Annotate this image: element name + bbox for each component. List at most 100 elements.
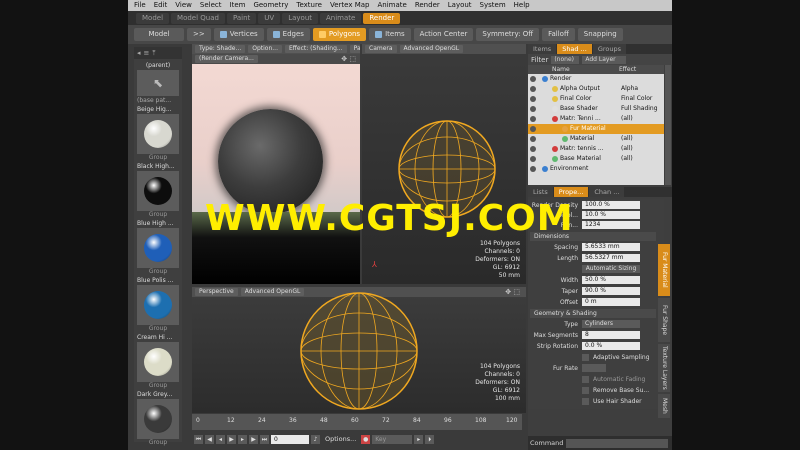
shader-row[interactable]: Matr: tennis ... (all) bbox=[528, 144, 664, 154]
menu-item-file[interactable]: File bbox=[130, 0, 150, 11]
add-layer-dropdown[interactable]: Add Layer bbox=[582, 55, 627, 64]
render-density-field[interactable]: 100.0 % bbox=[582, 201, 640, 209]
visibility-eye-icon[interactable] bbox=[530, 96, 536, 102]
tab-items[interactable]: Items bbox=[528, 44, 557, 54]
geometry-shading-section[interactable]: Geometry & Shading bbox=[530, 309, 656, 318]
current-frame-field[interactable]: 0 bbox=[271, 434, 309, 444]
width-field[interactable]: 50.0 % bbox=[582, 276, 640, 284]
visibility-eye-icon[interactable] bbox=[530, 126, 536, 132]
spacing-field[interactable]: 5.6533 mm bbox=[582, 243, 640, 251]
pause-button[interactable]: Pause bbox=[349, 45, 360, 53]
shading-mode-dropdown[interactable]: Advanced OpenGL bbox=[399, 45, 464, 53]
preset-tile[interactable]: Blue Polis ... Group bbox=[137, 276, 179, 333]
key-button[interactable]: Key bbox=[372, 434, 413, 444]
menu-item-system[interactable]: System bbox=[476, 0, 510, 11]
remove-base-checkbox[interactable] bbox=[582, 387, 589, 394]
menu-item-item[interactable]: Item bbox=[226, 0, 250, 11]
menu-item-vertex-map[interactable]: Vertex Map bbox=[326, 0, 374, 11]
perspective-viewport[interactable]: Perspective Advanced OpenGL ✥ ⬚ 104 Poly… bbox=[192, 287, 526, 413]
visibility-eye-icon[interactable] bbox=[530, 166, 536, 172]
max-segments-field[interactable]: 8 bbox=[582, 331, 640, 339]
display-density-field[interactable]: 10.0 % bbox=[582, 211, 640, 219]
length-field[interactable]: 56.5327 mm bbox=[582, 254, 640, 262]
visibility-eye-icon[interactable] bbox=[530, 116, 536, 122]
vertical-tab-texture-layers[interactable]: Texture Layers bbox=[658, 344, 670, 392]
menu-item-select[interactable]: Select bbox=[196, 0, 226, 11]
preset-tile[interactable]: Cream Hi ... Group bbox=[137, 333, 179, 390]
layout-tab-uv[interactable]: UV bbox=[258, 12, 281, 24]
layout-tab-layout[interactable]: Layout bbox=[282, 12, 318, 24]
visibility-eye-icon[interactable] bbox=[530, 156, 536, 162]
layout-tab-model[interactable]: Model bbox=[136, 12, 170, 24]
taper-field[interactable]: 90.0 % bbox=[582, 287, 640, 295]
visibility-eye-icon[interactable] bbox=[530, 86, 536, 92]
shader-row[interactable]: Final Color Final Color bbox=[528, 94, 664, 104]
navigate-icon[interactable]: ✥ ⬚ bbox=[505, 288, 520, 296]
adaptive-sampling-checkbox[interactable] bbox=[582, 354, 589, 361]
menu-item-render[interactable]: Render bbox=[411, 0, 444, 11]
prev-key-icon[interactable]: ◀ bbox=[205, 434, 214, 444]
visibility-eye-icon[interactable] bbox=[530, 76, 536, 82]
persp-shading-dropdown[interactable]: Advanced OpenGL bbox=[240, 288, 305, 296]
camera-viewport[interactable]: Camera Advanced OpenGL 104 Polygons Chann… bbox=[362, 44, 526, 284]
symmetry-dropdown[interactable]: Symmetry: Off bbox=[476, 28, 540, 41]
preset-tile[interactable]: Dark Grey... Group bbox=[137, 390, 179, 447]
shader-row[interactable]: Alpha Output Alpha bbox=[528, 84, 664, 94]
layout-tab-paint[interactable]: Paint bbox=[226, 12, 257, 24]
fur-rate-field[interactable] bbox=[582, 364, 606, 372]
filter-dropdown[interactable]: (none) bbox=[551, 55, 580, 64]
preset-tile[interactable]: Beige Hig... Group bbox=[137, 105, 179, 162]
items-button[interactable]: Items bbox=[369, 28, 411, 41]
preset-parent[interactable]: (parent) ⬉ (base pat... bbox=[137, 61, 179, 105]
random-seed-field[interactable]: 1234 bbox=[582, 221, 640, 229]
visibility-eye-icon[interactable] bbox=[530, 146, 536, 152]
visibility-eye-icon[interactable] bbox=[530, 106, 536, 112]
expand-button[interactable]: >> bbox=[187, 28, 211, 41]
fur-type-dropdown[interactable]: Cylinders bbox=[582, 320, 640, 328]
menu-item-view[interactable]: View bbox=[171, 0, 196, 11]
preset-tile[interactable]: Black High... Group bbox=[137, 162, 179, 219]
offset-field[interactable]: 0 m bbox=[582, 298, 640, 306]
shader-row[interactable]: Matr: Tenni ... (all) bbox=[528, 114, 664, 124]
shader-row[interactable]: Environment bbox=[528, 164, 664, 174]
menu-item-texture[interactable]: Texture bbox=[292, 0, 326, 11]
options-button[interactable]: Options... bbox=[322, 435, 359, 443]
menu-item-help[interactable]: Help bbox=[510, 0, 534, 11]
key-record-icon[interactable]: ● bbox=[361, 434, 371, 444]
layout-tab-render[interactable]: Render bbox=[363, 12, 401, 24]
tab-chan[interactable]: Chan ... bbox=[589, 187, 625, 197]
prev-frame-icon[interactable]: ◂ bbox=[216, 434, 225, 444]
tab-groups[interactable]: Groups bbox=[592, 44, 626, 54]
next-key-icon[interactable]: ▶ bbox=[249, 434, 258, 444]
use-hair-shader-checkbox[interactable] bbox=[582, 398, 589, 405]
strip-rotation-field[interactable]: 0.0 % bbox=[582, 342, 640, 350]
play-icon[interactable]: ▶ bbox=[227, 434, 236, 444]
render-camera-dropdown[interactable]: (Render Camera... bbox=[195, 55, 258, 63]
tab-shad[interactable]: Shad ... bbox=[557, 44, 592, 54]
automatic-fading-checkbox[interactable] bbox=[582, 376, 589, 383]
vertical-tab-fur-shape[interactable]: Fur Shape bbox=[658, 298, 670, 342]
vertical-tab-mesh[interactable]: Mesh bbox=[658, 394, 670, 418]
layout-tab-model-quad[interactable]: Model Quad bbox=[171, 12, 225, 24]
timeline-ruler[interactable]: 0 12 24 36 48 60 72 84 96 108 120 bbox=[192, 414, 522, 430]
shader-row[interactable]: Base Material (all) bbox=[528, 154, 664, 164]
shader-scrollbar[interactable] bbox=[665, 65, 671, 185]
type-dropdown[interactable]: Type: Shade... bbox=[195, 45, 246, 53]
edges-button[interactable]: Edges bbox=[266, 28, 310, 41]
go-start-icon[interactable]: ⏮ bbox=[194, 434, 203, 444]
command-input[interactable] bbox=[566, 438, 668, 448]
list-icon[interactable]: ≡ bbox=[144, 49, 150, 57]
perspective-dropdown[interactable]: Perspective bbox=[195, 288, 238, 296]
menu-item-geometry[interactable]: Geometry bbox=[249, 0, 292, 11]
camera-dropdown[interactable]: Camera bbox=[365, 45, 397, 53]
preset-tile[interactable]: Blue High ... Group bbox=[137, 219, 179, 276]
shader-row[interactable]: Render bbox=[528, 74, 664, 84]
audio-icon[interactable]: ♪ bbox=[311, 434, 320, 444]
effect-dropdown[interactable]: Effect: (Shading... bbox=[284, 45, 347, 53]
shader-row[interactable]: Material (all) bbox=[528, 134, 664, 144]
falloff-dropdown[interactable]: Falloff bbox=[542, 28, 575, 41]
action-center-dropdown[interactable]: Action Center bbox=[413, 28, 474, 41]
vertices-button[interactable]: Vertices bbox=[213, 28, 264, 41]
next-frame-icon[interactable]: ▸ bbox=[238, 434, 247, 444]
shader-row[interactable]: Fur Material bbox=[528, 124, 664, 134]
